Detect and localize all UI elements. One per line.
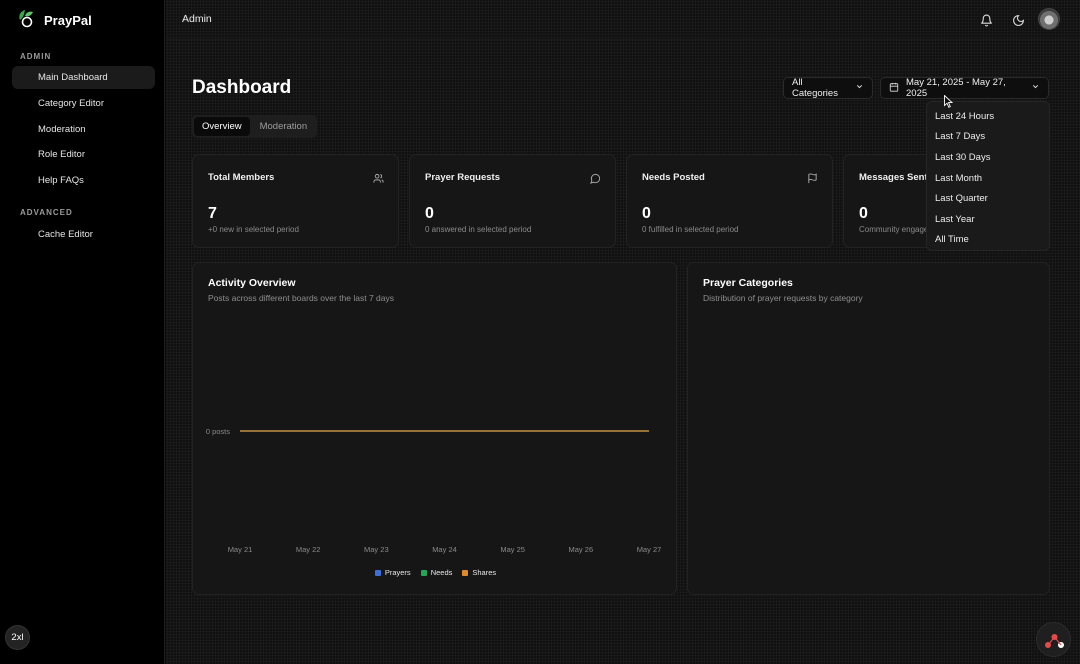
panel-subtitle: Distribution of prayer requests by categ…: [703, 293, 863, 303]
x-tick-label: May 21: [228, 545, 253, 554]
chevron-down-icon: [855, 82, 864, 94]
calendar-icon: [889, 82, 899, 95]
y-tick-label: 0 posts: [206, 427, 230, 436]
x-tick-label: May 23: [364, 545, 389, 554]
brand[interactable]: PrayPal: [16, 9, 92, 31]
menu-item-last-7-days[interactable]: Last 7 Days: [927, 127, 1049, 148]
stat-title: Prayer Requests: [425, 172, 500, 183]
x-tick-label: May 27: [637, 545, 662, 554]
sidebar: PrayPal ADMIN Main Dashboard Category Ed…: [0, 0, 165, 664]
menu-item-last-30-days[interactable]: Last 30 Days: [927, 147, 1049, 168]
legend-label: Prayers: [384, 568, 411, 577]
legend-label: Needs: [430, 568, 453, 577]
nodes-icon: [1045, 634, 1064, 648]
legend-swatch: [420, 569, 427, 576]
topbar: Admin: [166, 0, 1080, 40]
date-range-picker[interactable]: May 21, 2025 - May 27, 2025: [880, 77, 1049, 99]
stat-subtext: Community engage: [859, 225, 929, 234]
legend-swatch: [462, 569, 469, 576]
topbar-title: Admin: [182, 13, 212, 25]
stat-value: 7: [208, 205, 217, 222]
stat-value: 0: [642, 205, 651, 222]
stat-title: Total Members: [208, 172, 275, 183]
tab-list: Overview Moderation: [192, 115, 318, 138]
bell-icon[interactable]: [977, 11, 995, 29]
x-tick-label: May 22: [296, 545, 321, 554]
stat-card-needs-posted: Needs Posted 0 0 fulfilled in selected p…: [626, 154, 833, 248]
legend-label: Shares: [472, 568, 497, 577]
theme-toggle-icon[interactable]: [1009, 11, 1027, 29]
sidebar-item-label: Moderation: [38, 124, 86, 135]
menu-item-all-time[interactable]: All Time: [927, 230, 1049, 251]
stat-subtext: +0 new in selected period: [208, 225, 299, 234]
activity-overview-panel: Activity Overview Posts across different…: [192, 262, 677, 595]
x-tick-label: May 24: [432, 545, 457, 554]
panel-title: Prayer Categories: [703, 277, 793, 289]
sidebar-item-label: Category Editor: [38, 98, 105, 109]
legend-swatch: [374, 569, 381, 576]
legend-item-needs: Needs: [420, 568, 453, 577]
stat-value: 0: [859, 205, 868, 222]
breakpoint-badge: 2xl: [5, 625, 30, 650]
stat-subtext: 0 fulfilled in selected period: [642, 225, 739, 234]
stat-card-prayer-requests: Prayer Requests 0 0 answered in selected…: [409, 154, 616, 248]
floating-action-button[interactable]: [1036, 622, 1071, 657]
main-content: Admin Dashboard Overview Moderation All …: [166, 0, 1080, 664]
x-tick-label: May 25: [500, 545, 525, 554]
category-filter-value: All Categories: [792, 77, 838, 99]
message-icon: [590, 171, 601, 189]
menu-item-last-year[interactable]: Last Year: [927, 209, 1049, 230]
stat-value: 0: [425, 205, 434, 222]
sidebar-item-role-editor[interactable]: Role Editor: [12, 143, 155, 166]
date-range-menu: Last 24 Hours Last 7 Days Last 30 Days L…: [926, 101, 1050, 251]
page-title: Dashboard: [192, 77, 292, 98]
sidebar-section-advanced: ADVANCED: [20, 208, 73, 217]
user-avatar[interactable]: [1038, 8, 1060, 30]
x-tick-label: May 26: [569, 545, 594, 554]
activity-line-chart: 0 posts May 21 May 22 May 23 May 24 May 25 May…: [206, 427, 662, 554]
brand-name: PrayPal: [44, 12, 92, 28]
sidebar-item-category-editor[interactable]: Category Editor: [12, 92, 155, 115]
tab-moderation[interactable]: Moderation: [252, 117, 316, 136]
legend-item-prayers: Prayers: [374, 568, 411, 577]
sidebar-item-label: Cache Editor: [38, 229, 93, 240]
date-range-value: May 21, 2025 - May 27, 2025: [906, 77, 1006, 99]
tab-overview[interactable]: Overview: [194, 117, 250, 136]
app-root: PrayPal ADMIN Main Dashboard Category Ed…: [0, 0, 1080, 664]
sidebar-section-admin: ADMIN: [20, 52, 52, 61]
category-filter-select[interactable]: All Categories: [783, 77, 873, 99]
stat-title: Needs Posted: [642, 172, 705, 183]
flag-icon: [807, 171, 818, 189]
sidebar-item-label: Help FAQs: [38, 175, 84, 186]
stat-title: Messages Sent: [859, 172, 928, 183]
sidebar-item-label: Role Editor: [38, 149, 85, 160]
users-icon: [373, 171, 384, 189]
mouse-cursor-icon: [944, 94, 954, 113]
sidebar-item-moderation[interactable]: Moderation: [12, 118, 155, 141]
praypal-logo-icon: [16, 8, 36, 33]
sidebar-item-main-dashboard[interactable]: Main Dashboard: [12, 66, 155, 89]
sidebar-item-label: Main Dashboard: [38, 72, 108, 83]
sidebar-item-help-faqs[interactable]: Help FAQs: [12, 169, 155, 192]
prayer-categories-panel: Prayer Categories Distribution of prayer…: [687, 262, 1050, 595]
chart-legend: Prayers Needs Shares: [193, 568, 678, 577]
menu-item-last-quarter[interactable]: Last Quarter: [927, 188, 1049, 209]
legend-item-shares: Shares: [462, 568, 496, 577]
sidebar-item-cache-editor[interactable]: Cache Editor: [12, 223, 155, 246]
menu-item-last-month[interactable]: Last Month: [927, 168, 1049, 189]
chevron-down-icon: [1031, 82, 1040, 94]
stat-subtext: 0 answered in selected period: [425, 225, 532, 234]
stat-card-total-members: Total Members 7 +0 new in selected perio…: [192, 154, 399, 248]
